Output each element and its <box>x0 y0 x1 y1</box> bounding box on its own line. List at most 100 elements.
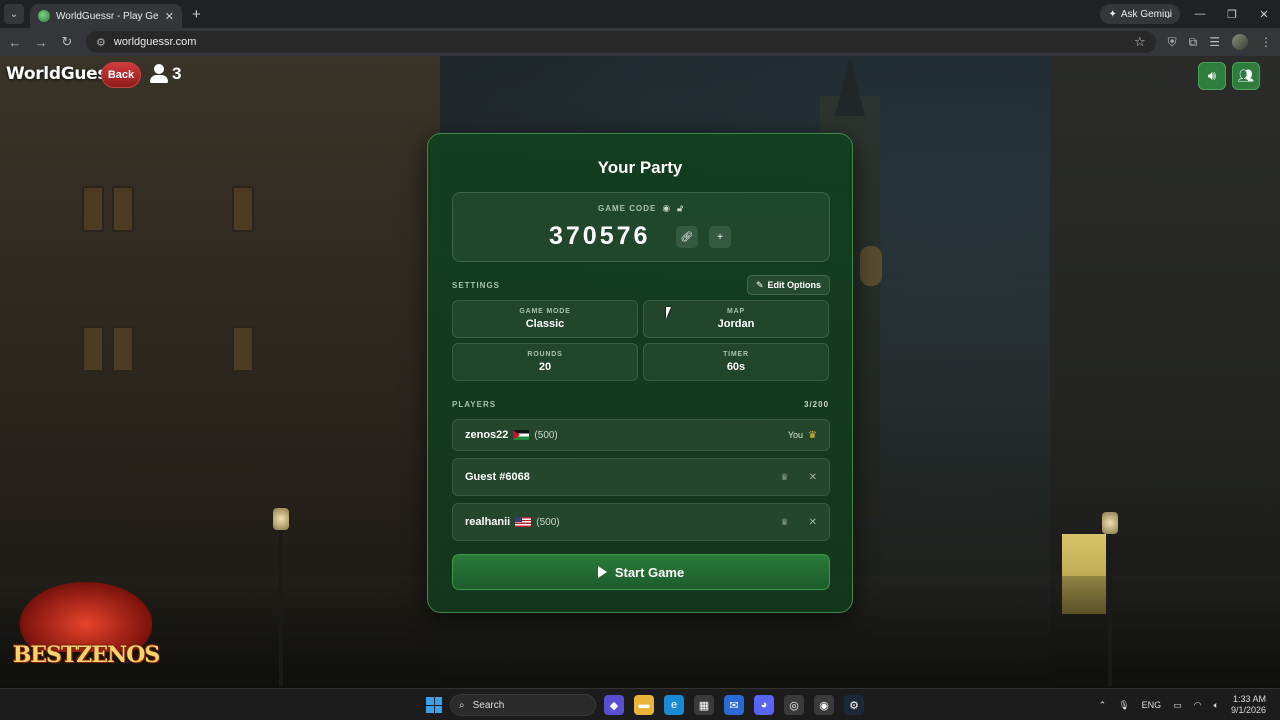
volume-tray-icon[interactable]: 🔈︎ <box>1214 700 1219 711</box>
taskbar: ⌕ Search ◆ ▬ e ▦ ✉ ◕ ◎ ◉ ⚙ ⌃ 🎙︎ ENG ▭ ◠ … <box>0 688 1280 720</box>
crown-icon: ♛ <box>808 429 817 441</box>
online-players: 3 <box>150 64 181 84</box>
user-icon <box>150 64 168 84</box>
start-game-button[interactable]: Start Game <box>452 554 830 590</box>
forward-arrow-icon[interactable]: → <box>34 35 48 50</box>
url-text: worldguessr.com <box>113 36 197 48</box>
user-plus-icon: + <box>717 231 723 243</box>
close-window-button[interactable]: ✕ <box>1248 8 1280 21</box>
extension-shield-icon[interactable]: ⛨ <box>1168 35 1177 50</box>
copilot-icon[interactable]: ◆ <box>604 695 624 715</box>
tray-clock[interactable]: 1:33 AM 9/1/2026 <box>1231 694 1266 716</box>
setting-label: GAME MODE <box>519 308 571 315</box>
url-input[interactable]: ⚙ worldguessr.com ☆ <box>86 31 1156 53</box>
setting-value: 20 <box>538 361 552 373</box>
tower-spire <box>835 56 865 116</box>
back-button[interactable]: Back <box>101 62 141 88</box>
online-count: 3 <box>172 64 182 83</box>
tray-time: 1:33 AM <box>1232 694 1266 704</box>
chrome-icon[interactable]: ◎ <box>784 695 804 715</box>
window-light <box>112 326 134 372</box>
maximize-button[interactable]: ❐ <box>1216 8 1248 21</box>
game-code-label-row: GAME CODE ◉ 🔓︎ <box>453 203 829 214</box>
street-lamp <box>273 508 289 530</box>
lamp-post <box>1108 526 1112 686</box>
steam-icon[interactable]: ⚙ <box>844 695 864 715</box>
extensions-puzzle-icon[interactable]: ⧉ <box>1189 35 1198 50</box>
kick-x-icon[interactable]: ✕ <box>809 517 817 528</box>
kick-x-icon[interactable]: ✕ <box>809 472 817 483</box>
microphone-icon[interactable]: 🎙︎ <box>1118 700 1129 711</box>
window-controls: ⌄ — ❐ ✕ <box>1152 0 1280 28</box>
kebab-menu-icon[interactable]: ⋮ <box>1260 35 1272 49</box>
settings-label: SETTINGS <box>452 281 501 290</box>
wifi-icon[interactable]: ◠ <box>1194 700 1202 711</box>
start-game-label: Start Game <box>614 564 685 580</box>
mouse-cursor <box>666 307 671 319</box>
window-light <box>82 326 104 372</box>
gemini-icon: ✦ <box>1108 8 1117 20</box>
copy-link-button[interactable]: 🔗︎ <box>676 226 698 248</box>
file-explorer-icon[interactable]: ▬ <box>634 695 654 715</box>
setting-rounds: ROUNDS 20 <box>452 343 638 381</box>
reading-list-icon[interactable]: ☰ <box>1209 35 1220 49</box>
make-host-crown-icon[interactable]: ♛ <box>781 517 789 528</box>
window-light <box>82 186 104 232</box>
tab-search-button[interactable]: ⌄ <box>4 4 24 24</box>
windows-start-icon[interactable] <box>426 697 442 713</box>
site-info-icon[interactable]: ⚙ <box>96 36 106 49</box>
browser-tab[interactable]: WorldGuessr - Play GeoGuessr ✕ <box>30 4 182 28</box>
reload-icon[interactable]: ↻ <box>60 34 74 50</box>
chevron-down-icon[interactable]: ⌄ <box>1152 8 1184 21</box>
game-code-box: GAME CODE ◉ 🔓︎ 370576 🔗︎ + <box>452 192 830 262</box>
obs-icon[interactable]: ◉ <box>814 695 834 715</box>
link-icon: 🔗︎ <box>680 231 694 243</box>
taskbar-search[interactable]: ⌕ Search <box>450 694 596 716</box>
make-host-crown-icon[interactable]: ♛ <box>781 472 789 483</box>
sound-button[interactable]: 🔊︎ <box>1198 62 1226 90</box>
invite-user-button[interactable]: + <box>709 226 731 248</box>
store-icon[interactable]: ▦ <box>694 695 714 715</box>
setting-map: MAP Jordan <box>643 300 829 338</box>
street-lamp <box>1102 512 1118 534</box>
new-tab-button[interactable]: + <box>192 6 201 23</box>
setting-value: Jordan <box>717 318 755 330</box>
bestzenos-logo: BESTZENOS <box>2 582 170 692</box>
jordan-flag-icon <box>513 430 530 440</box>
edge-icon[interactable]: e <box>664 695 684 715</box>
party-panel: Your Party GAME CODE ◉ 🔓︎ 370576 🔗︎ + SE… <box>427 133 853 613</box>
users-icon: 👥︎ <box>1237 68 1255 83</box>
window-light <box>112 186 134 232</box>
eye-icon[interactable]: ◉ <box>662 203 671 214</box>
players-count: 3/200 <box>804 400 830 409</box>
friends-button[interactable]: 👥︎ <box>1232 62 1260 90</box>
browser-tabbar: ⌄ WorldGuessr - Play GeoGuessr ✕ + ✦ Ask… <box>0 0 1280 28</box>
game-code-label: GAME CODE <box>597 204 657 213</box>
bookmark-star-icon[interactable]: ☆ <box>1134 34 1146 50</box>
mail-icon[interactable]: ✉ <box>724 695 744 715</box>
minimize-button[interactable]: — <box>1184 8 1216 20</box>
player-name: zenos22 <box>465 429 509 441</box>
tray-date: 9/1/2026 <box>1230 705 1266 715</box>
extensions-area: ⛨ ⧉ ☰ ⋮ <box>1168 34 1272 50</box>
edit-options-button[interactable]: ✎ Edit Options <box>747 275 830 295</box>
language-indicator[interactable]: ENG <box>1142 700 1162 710</box>
tower-clock <box>860 246 882 286</box>
discord-icon[interactable]: ◕ <box>754 695 774 715</box>
back-arrow-icon[interactable]: ← <box>8 35 22 50</box>
tray-chevron-up-icon[interactable]: ⌃ <box>1099 700 1107 711</box>
player-row: realhanii (500) ♛ ✕ <box>452 503 830 541</box>
unlock-icon[interactable]: 🔓︎ <box>677 203 684 214</box>
search-icon: ⌕ <box>459 699 465 711</box>
globe-icon <box>38 10 50 22</box>
play-icon <box>597 566 607 578</box>
window-light <box>232 186 254 232</box>
display-icon[interactable]: ▭ <box>1173 700 1182 711</box>
close-tab-icon[interactable]: ✕ <box>165 10 174 23</box>
setting-value: Classic <box>525 318 565 330</box>
taskbar-apps: ◆ ▬ e ▦ ✉ ◕ ◎ ◉ ⚙ <box>604 695 864 715</box>
player-elo: (500) <box>534 429 558 441</box>
profile-avatar[interactable] <box>1232 34 1248 50</box>
player-name: realhanii <box>465 516 511 528</box>
system-tray: ⌃ 🎙︎ ENG ▭ ◠ 🔈︎ 1:33 AM 9/1/2026 <box>1099 689 1266 720</box>
